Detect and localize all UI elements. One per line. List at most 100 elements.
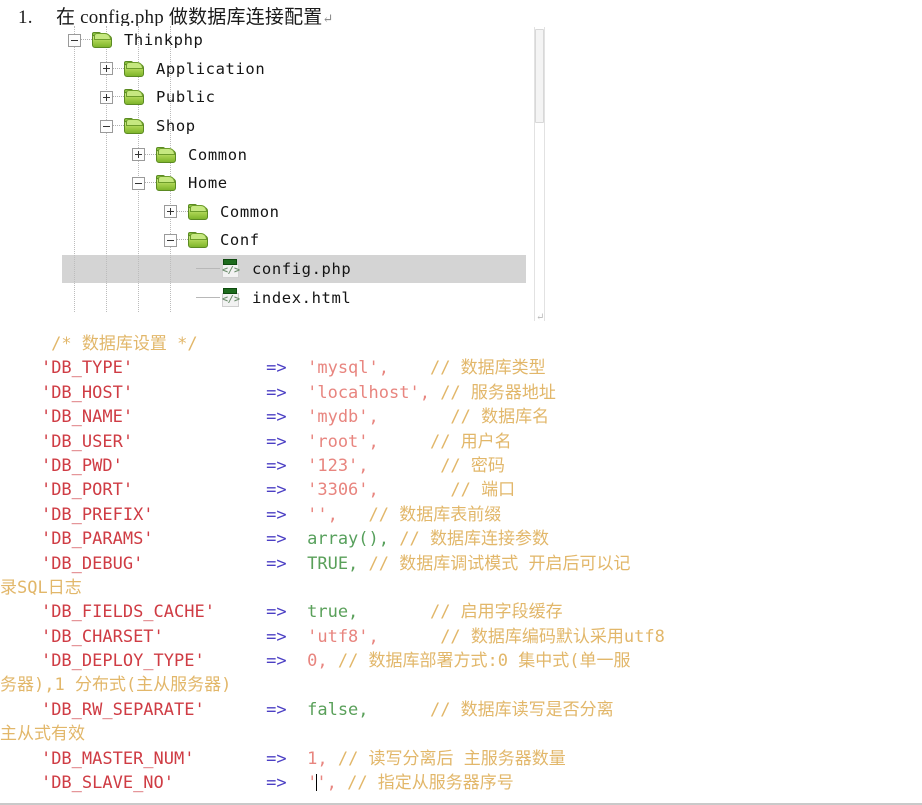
assign-arrow: =>: [266, 407, 287, 428]
code-gap: [123, 456, 266, 476]
tree-item-folder[interactable]: Thinkphp: [62, 26, 542, 55]
code-gap: [154, 505, 267, 525]
config-key: 'DB_SLAVE_NO': [40, 773, 175, 794]
config-key: 'DB_NAME': [40, 407, 134, 428]
tree-connector-line: [196, 296, 220, 299]
config-comment-continuation: 主从式有效: [0, 724, 85, 745]
tree-item-folder[interactable]: Shop: [62, 112, 542, 141]
code-line[interactable]: 'DB_HOST' => 'localhost', // 服务器地址: [0, 381, 922, 405]
code-gap: [287, 773, 307, 793]
code-line[interactable]: 'DB_PORT' => '3306', // 端口: [0, 478, 922, 502]
code-line[interactable]: 'DB_PWD' => '123', // 密码: [0, 454, 922, 478]
expand-plus-icon[interactable]: [132, 148, 145, 162]
code-gap: [164, 627, 266, 647]
tree-item-folder[interactable]: Conf: [62, 226, 542, 255]
code-gap: [133, 358, 266, 378]
code-gap: [287, 529, 307, 549]
tree-scrollbar-thumb[interactable]: [535, 29, 544, 123]
code-line[interactable]: 'DB_CHARSET' => 'utf8', // 数据库编码默认采用utf8: [0, 625, 922, 649]
tree-connector-line: [145, 153, 156, 156]
assign-arrow: =>: [266, 382, 287, 403]
code-gap: [133, 407, 266, 427]
tree-connector-line: [177, 239, 188, 241]
config-comment: // 数据库表前缀: [368, 504, 502, 525]
code-line[interactable]: 'DB_PREFIX' => '', // 数据库表前缀: [0, 503, 922, 527]
config-comment: // 数据库编码默认采用utf8: [440, 626, 665, 647]
code-gap: [205, 700, 266, 720]
folder-icon: [92, 31, 114, 49]
code-gap: [174, 773, 266, 793]
code-gap: [337, 773, 347, 793]
folder-icon: [156, 146, 178, 164]
assign-arrow: =>: [266, 358, 287, 379]
config-value: TRUE,: [307, 553, 359, 574]
code-line-wrapped-comment: 录SQL日志: [0, 576, 922, 600]
expand-plus-icon[interactable]: [164, 205, 177, 219]
tree-item-file[interactable]: </> index.html: [62, 283, 542, 312]
code-line[interactable]: 'DB_MASTER_NUM' => 1, // 读写分离后 主服务器数量: [0, 747, 922, 771]
section-comment-text: /* 数据库设置 */: [0, 334, 198, 354]
tree-item-folder[interactable]: Home: [62, 169, 542, 198]
tree-item-label: Home: [188, 174, 228, 193]
config-key: 'DB_FIELDS_CACHE': [40, 602, 215, 623]
code-line[interactable]: 'DB_DEPLOY_TYPE' => 0, // 数据库部署方式:0 集中式(…: [0, 649, 922, 673]
tree-item-label: Common: [188, 145, 248, 164]
code-line-section-comment: /* 数据库设置 */: [0, 332, 922, 356]
tree-item-folder[interactable]: Common: [62, 198, 542, 227]
tree-item-label: Conf: [220, 231, 260, 250]
tree-item-file[interactable]: </> config.php: [62, 254, 542, 284]
config-comment: // 服务器地址: [440, 382, 556, 403]
folder-icon: [124, 60, 146, 78]
config-value: 1,: [307, 748, 328, 769]
file-tree-panel[interactable]: Thinkphp Application Public Shop Common Home C…: [62, 26, 542, 324]
code-line-wrapped-comment: 主从式有效: [0, 722, 922, 746]
collapse-minus-icon[interactable]: [68, 33, 81, 47]
tree-item-label: config.php: [252, 260, 352, 279]
code-gap: [287, 358, 307, 378]
assign-arrow: =>: [266, 504, 287, 525]
code-line[interactable]: 'DB_TYPE' => 'mysql', // 数据库类型: [0, 356, 922, 380]
tree-connector-line: [113, 67, 124, 70]
code-gap: [287, 554, 307, 574]
assign-arrow: =>: [266, 748, 287, 769]
code-gap: [379, 432, 430, 452]
code-gap: [379, 407, 451, 427]
tree-item-folder[interactable]: Common: [62, 140, 542, 169]
config-key: 'DB_DEPLOY_TYPE': [40, 651, 205, 672]
collapse-minus-icon[interactable]: [132, 176, 145, 190]
folder-icon: [188, 203, 210, 221]
tree-scroll-end-mark: ↵: [536, 312, 545, 323]
expand-plus-icon[interactable]: [100, 62, 113, 76]
code-gap: [287, 651, 307, 671]
assign-arrow: =>: [266, 699, 287, 720]
expand-plus-icon[interactable]: [100, 90, 113, 104]
code-line[interactable]: 'DB_USER' => 'root', // 用户名: [0, 430, 922, 454]
tree-item-folder[interactable]: Public: [62, 83, 542, 112]
code-line[interactable]: 'DB_FIELDS_CACHE' => true, // 启用字段缓存: [0, 600, 922, 624]
tree-item-folder[interactable]: Application: [62, 55, 542, 84]
config-key: 'DB_HOST': [40, 382, 134, 403]
folder-icon: [156, 174, 178, 192]
assign-arrow: =>: [266, 455, 287, 476]
assign-arrow: =>: [266, 602, 287, 623]
assign-arrow: =>: [266, 431, 287, 452]
code-gap: [133, 383, 266, 403]
collapse-minus-icon[interactable]: [164, 233, 177, 247]
collapse-minus-icon[interactable]: [100, 119, 113, 133]
code-line[interactable]: 'DB_SLAVE_NO' => '', // 指定从服务器序号: [0, 771, 922, 795]
code-line[interactable]: 'DB_NAME' => 'mydb', // 数据库名: [0, 405, 922, 429]
page-title: 1. 在 config.php 做数据库连接配置↵: [0, 0, 922, 29]
code-line[interactable]: 'DB_PARAMS' => array(), // 数据库连接参数: [0, 527, 922, 551]
config-comment: // 数据库调试模式 开启后可以记: [368, 553, 631, 574]
code-line[interactable]: 'DB_RW_SEPARATE' => false, // 数据库读写是否分离: [0, 698, 922, 722]
config-code-block[interactable]: /* 数据库设置 */ 'DB_TYPE' => 'mysql', // 数据库…: [0, 332, 922, 795]
code-line[interactable]: 'DB_DEBUG' => TRUE, // 数据库调试模式 开启后可以记: [0, 552, 922, 576]
config-value: 'root',: [307, 431, 379, 452]
